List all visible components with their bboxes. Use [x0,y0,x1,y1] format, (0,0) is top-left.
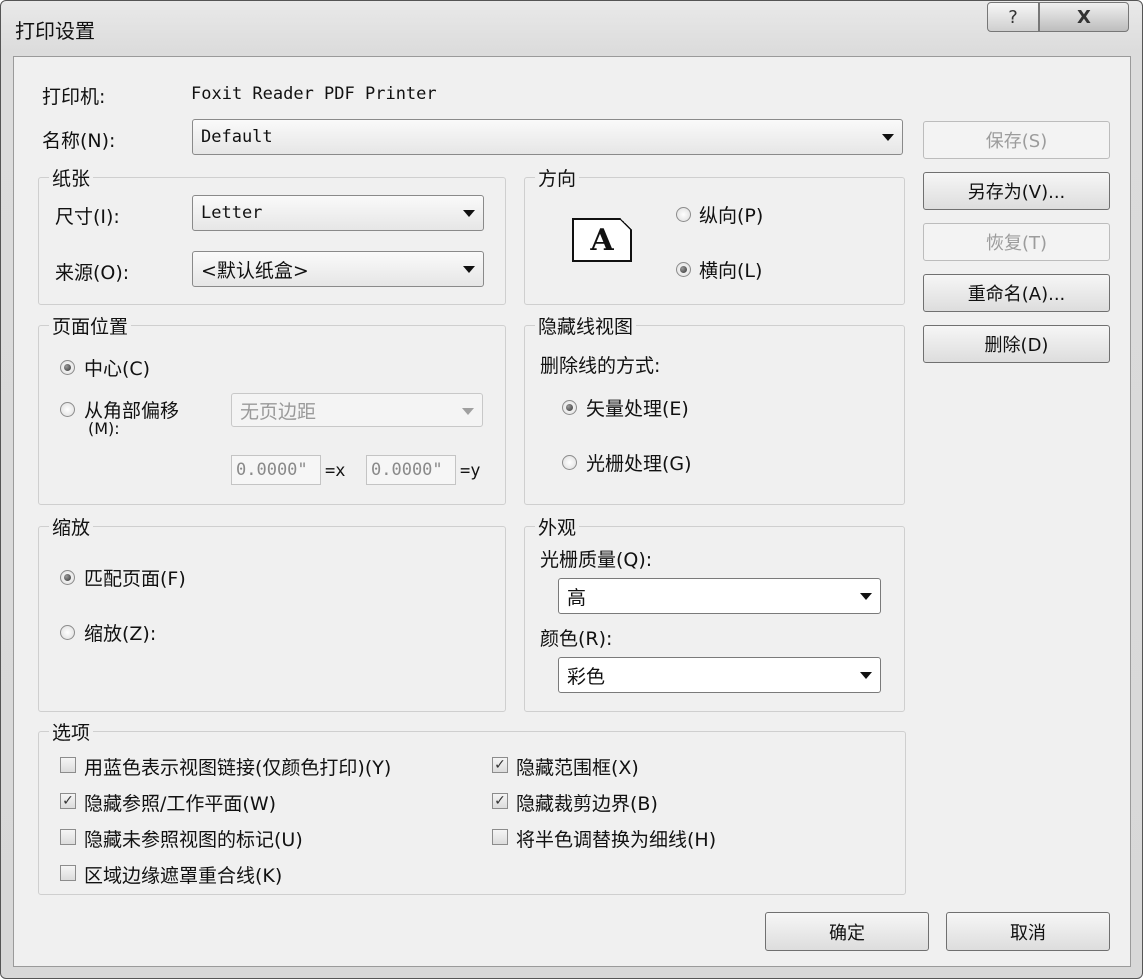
zoom-fit-radio[interactable] [60,570,75,585]
save-button[interactable]: 保存(S) [923,121,1110,159]
offset-y-suffix: =y [460,461,481,481]
close-icon: X [1077,6,1091,28]
options-group-title: 选项 [49,718,94,745]
help-button[interactable]: ? [987,2,1039,32]
hidden-line-raster-radio[interactable] [562,455,577,470]
color-value: 彩色 [567,665,606,688]
paper-group-title: 纸张 [49,164,94,191]
offset-x-field[interactable]: 0.0000" [231,455,321,485]
hidden-line-vector-radio[interactable] [562,400,577,415]
chevron-down-icon [860,672,872,679]
orientation-portrait-label[interactable]: 纵向(P) [699,201,763,228]
option-label-hide-refs[interactable]: 隐藏参照/工作平面(W) [84,789,276,816]
name-label: 名称(N): [42,130,116,152]
page-position-center-label[interactable]: 中心(C) [84,354,150,381]
name-select[interactable]: Default [192,119,903,155]
option-checkbox-hide-crop[interactable]: ✓ [492,793,508,809]
revert-button[interactable]: 恢复(T) [923,223,1110,261]
page-position-offset-radio[interactable] [60,402,75,417]
orientation-portrait-radio[interactable] [676,207,691,222]
printer-value: Foxit Reader PDF Printer [191,84,437,104]
option-label-blue-links[interactable]: 用蓝色表示视图链接(仅颜色打印)(Y) [84,753,391,780]
option-checkbox-hide-scope-box[interactable]: ✓ [492,757,508,773]
ok-button[interactable]: 确定 [765,912,929,951]
raster-quality-select[interactable]: 高 [558,578,881,614]
offset-x-value: 0.0000" [236,460,308,480]
hidden-line-mode-label: 删除线的方式: [540,355,661,377]
title-bar[interactable]: 打印设置 ? X [1,1,1142,53]
hidden-line-raster-label[interactable]: 光栅处理(G) [586,449,692,476]
rename-button[interactable]: 重命名(A)... [923,274,1110,312]
zoom-custom-radio[interactable] [60,625,75,640]
orientation-landscape-radio[interactable] [676,262,691,277]
page-position-offset-key: (M): [88,419,120,438]
margin-select-value: 无页边距 [240,400,317,423]
chevron-down-icon [882,134,894,141]
cancel-button[interactable]: 取消 [946,912,1110,951]
color-label: 颜色(R): [540,628,613,650]
paper-size-value: Letter [201,203,263,223]
hidden-line-vector-label[interactable]: 矢量处理(E) [586,394,689,421]
print-settings-dialog: 打印设置 ? X 打印机: Foxit Reader PDF Printer 名… [0,0,1143,979]
margin-select[interactable]: 无页边距 [231,393,483,427]
option-label-halftone[interactable]: 将半色调替换为细线(H) [516,825,716,852]
dialog-title: 打印设置 [15,19,95,43]
option-label-hide-crop[interactable]: 隐藏裁剪边界(B) [516,789,658,816]
paper-source-value: <默认纸盒> [201,259,309,282]
hidden-line-group-title: 隐藏线视图 [535,312,637,339]
paper-size-select[interactable]: Letter [192,195,484,231]
option-checkbox-hide-unref-tags[interactable] [60,829,76,845]
orientation-group-title: 方向 [535,164,580,191]
offset-y-field[interactable]: 0.0000" [366,455,456,485]
offset-x-suffix: =x [325,461,346,481]
option-checkbox-halftone[interactable] [492,829,508,845]
offset-y-value: 0.0000" [371,460,443,480]
name-select-value: Default [201,127,273,147]
page-position-center-radio[interactable] [60,360,75,375]
check-mark-icon: ✓ [494,757,506,773]
option-checkbox-blue-links[interactable] [60,757,76,773]
zoom-group-title: 缩放 [49,513,94,540]
chevron-down-icon [860,593,872,600]
raster-quality-label: 光栅质量(Q): [540,549,653,571]
option-label-hide-scope-box[interactable]: 隐藏范围框(X) [516,753,639,780]
orientation-page-icon: A [572,218,632,262]
color-select[interactable]: 彩色 [558,657,881,693]
paper-source-label: 来源(O): [55,262,130,284]
close-button[interactable]: X [1039,2,1129,32]
page-icon-letter: A [590,222,614,258]
raster-quality-value: 高 [567,586,587,609]
delete-button[interactable]: 删除(D) [923,325,1110,363]
option-label-hide-unref-tags[interactable]: 隐藏未参照视图的标记(U) [84,825,303,852]
paper-source-select[interactable]: <默认纸盒> [192,251,484,287]
zoom-custom-label[interactable]: 缩放(Z): [84,619,156,646]
orientation-landscape-label[interactable]: 横向(L) [699,256,762,283]
option-checkbox-hide-refs[interactable]: ✓ [60,793,76,809]
paper-group: 纸张 尺寸(I): Letter 来源(O): <默认纸盒> [38,164,506,305]
option-checkbox-region-mask[interactable] [60,865,76,881]
chevron-down-icon [463,210,475,217]
printer-label: 打印机: [42,86,106,108]
option-label-region-mask[interactable]: 区域边缘遮罩重合线(K) [84,861,282,888]
zoom-fit-label[interactable]: 匹配页面(F) [84,564,186,591]
chevron-down-icon [462,408,474,415]
chevron-down-icon [463,266,475,273]
page-position-group-title: 页面位置 [49,312,132,339]
help-icon: ? [1008,6,1018,28]
check-mark-icon: ✓ [62,793,74,809]
paper-size-label: 尺寸(I): [55,206,120,228]
save-as-button[interactable]: 另存为(V)... [923,172,1110,210]
check-mark-icon: ✓ [494,793,506,809]
dialog-body: 打印机: Foxit Reader PDF Printer 名称(N): Def… [13,56,1131,967]
appearance-group-title: 外观 [535,513,580,540]
